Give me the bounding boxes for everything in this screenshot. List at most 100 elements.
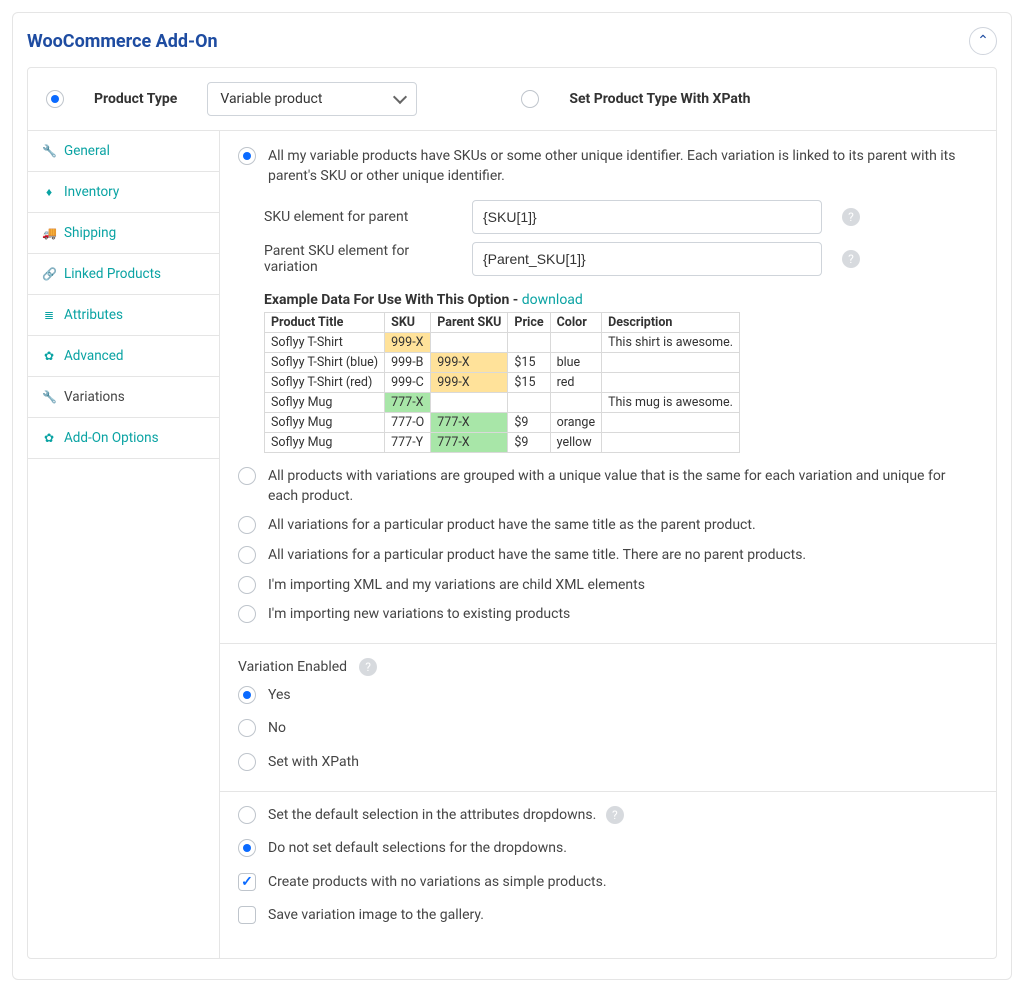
sidebar-item-inventory[interactable]: ♦Inventory [28, 172, 219, 213]
body-columns: 🔧 General ♦Inventory 🚚 Shipping 🔗Linked Produ… [28, 131, 996, 958]
radio-icon [238, 806, 256, 824]
help-icon[interactable]: ? [842, 250, 860, 268]
sidebar-icon: 🚚 [42, 226, 56, 240]
option-label: Do not set default selections for the dr… [268, 839, 978, 859]
bottom-option[interactable]: Set the default selection in the attribu… [238, 806, 978, 826]
option-label: All products with variations are grouped… [268, 467, 978, 506]
table-row: Soflyy T-Shirt (red)999-C999-X$15red [265, 373, 740, 393]
option-label: I'm importing new variations to existing… [268, 605, 978, 625]
table-header: Product Title [265, 313, 385, 333]
bottom-option[interactable]: Save variation image to the gallery. [238, 906, 978, 926]
option-label: All variations for a particular product … [268, 546, 978, 566]
table-header: Color [550, 313, 601, 333]
table-header: Description [602, 313, 740, 333]
help-icon[interactable]: ? [359, 658, 377, 676]
sidebar-item-label: General [64, 143, 110, 159]
inner-box: Product Type Variable product Set Produc… [27, 67, 997, 959]
sidebar-item-label: Shipping [64, 225, 116, 241]
divider [220, 643, 996, 644]
sidebar-item-label: Attributes [64, 307, 123, 323]
table-row: Soflyy T-Shirt999-XThis shirt is awesome… [265, 333, 740, 353]
product-type-select-value: Variable product [207, 82, 417, 116]
sku-parent-input[interactable] [472, 200, 822, 234]
bottom-option[interactable]: Do not set default selections for the dr… [238, 839, 978, 859]
product-type-row: Product Type Variable product Set Produc… [28, 68, 996, 131]
radio-icon [238, 605, 256, 623]
xpath-label: Set Product Type With XPath [569, 91, 750, 107]
parent-sku-variation-input[interactable] [472, 242, 822, 276]
variation-enabled-option[interactable]: Set with XPath [238, 753, 978, 773]
option-label: No [268, 719, 978, 739]
radio-icon [238, 516, 256, 534]
divider [220, 791, 996, 792]
panel-title: WooCommerce Add-On [27, 31, 218, 52]
example-data-table: Product TitleSKUParent SKUPriceColorDesc… [264, 312, 740, 453]
parent-sku-variation-label: Parent SKU element for variation [264, 243, 458, 275]
variation-option[interactable]: All variations for a particular product … [238, 546, 978, 566]
chevron-up-icon: ⌃ [977, 33, 989, 49]
table-row: Soflyy Mug777-O777-X$9orange [265, 413, 740, 433]
help-icon[interactable]: ? [842, 208, 860, 226]
woocommerce-addon-panel: WooCommerce Add-On ⌃ Product Type Variab… [12, 12, 1012, 980]
sidebar-icon: 🔧 [42, 390, 56, 404]
variation-enabled-option[interactable]: Yes [238, 686, 978, 706]
product-type-label: Product Type [94, 91, 177, 107]
option-label: Yes [268, 686, 978, 706]
option-label: All my variable products have SKUs or so… [268, 147, 978, 186]
sidebar-icon: ✿ [42, 349, 56, 363]
variation-option-sku[interactable]: All my variable products have SKUs or so… [238, 147, 978, 186]
variation-option[interactable]: I'm importing new variations to existing… [238, 605, 978, 625]
panel-collapse-button[interactable]: ⌃ [969, 27, 997, 55]
sidebar-item-variations[interactable]: 🔧Variations [28, 377, 219, 418]
option-label: Save variation image to the gallery. [268, 906, 978, 926]
panel-header: WooCommerce Add-On ⌃ [27, 27, 997, 55]
sidebar-icon: ♦ [42, 185, 56, 199]
variation-enabled-option[interactable]: No [238, 719, 978, 739]
table-row: Soflyy T-Shirt (blue)999-B999-X$15blue [265, 353, 740, 373]
radio-icon [238, 753, 256, 771]
sidebar-item-addon[interactable]: ✿ Add-On Options [28, 418, 219, 459]
xpath-radio[interactable] [521, 90, 539, 108]
variation-enabled-label: Variation Enabled ? [238, 658, 978, 676]
example-download-link[interactable]: download [522, 292, 583, 308]
option-label: All variations for a particular product … [268, 516, 978, 536]
sidebar-icon: 🔧 [42, 144, 56, 158]
variation-enabled-choices: Yes No Set with XPath [238, 686, 978, 773]
sidebar-item-attributes[interactable]: ≣Attributes [28, 295, 219, 336]
sidebar-item-shipping[interactable]: 🚚 Shipping [28, 213, 219, 254]
sidebar-item-advanced[interactable]: ✿Advanced [28, 336, 219, 377]
table-row: Soflyy Mug777-Y777-X$9yellow [265, 433, 740, 453]
radio-icon [238, 147, 256, 165]
radio-dot [51, 95, 59, 103]
sidebar-item-general[interactable]: 🔧 General [28, 131, 219, 172]
product-type-radio[interactable] [46, 90, 64, 108]
radio-icon [238, 686, 256, 704]
help-icon[interactable]: ? [606, 806, 624, 824]
variation-option[interactable]: All variations for a particular product … [238, 516, 978, 536]
sidebar: 🔧 General ♦Inventory 🚚 Shipping 🔗Linked Produ… [28, 131, 220, 958]
table-header: Parent SKU [431, 313, 508, 333]
variation-option[interactable]: All products with variations are grouped… [238, 467, 978, 506]
option-label: I'm importing XML and my variations are … [268, 576, 978, 596]
sidebar-icon: ✿ [42, 431, 56, 445]
parent-sku-variation-field-row: Parent SKU element for variation ? [264, 242, 978, 276]
variation-options-remaining: All products with variations are grouped… [238, 467, 978, 625]
checkbox-icon [238, 873, 256, 891]
bottom-option[interactable]: Create products with no variations as si… [238, 873, 978, 893]
sidebar-icon: 🔗 [42, 267, 56, 281]
option-label: Create products with no variations as si… [268, 873, 978, 893]
bottom-options: Set the default selection in the attribu… [238, 806, 978, 926]
product-type-select[interactable]: Variable product [207, 82, 417, 116]
content-pane: All my variable products have SKUs or so… [220, 131, 996, 958]
sidebar-item-label: Add-On Options [64, 430, 159, 446]
example-data-title: Example Data For Use With This Option - … [264, 292, 978, 308]
table-header: SKU [385, 313, 431, 333]
sku-parent-field-row: SKU element for parent ? [264, 200, 978, 234]
radio-icon [238, 839, 256, 857]
sidebar-item-linked[interactable]: 🔗Linked Products [28, 254, 219, 295]
radio-icon [238, 719, 256, 737]
table-row: Soflyy Mug777-XThis mug is awesome. [265, 393, 740, 413]
option-label: Set the default selection in the attribu… [268, 806, 978, 826]
variation-option[interactable]: I'm importing XML and my variations are … [238, 576, 978, 596]
sku-parent-label: SKU element for parent [264, 209, 458, 225]
